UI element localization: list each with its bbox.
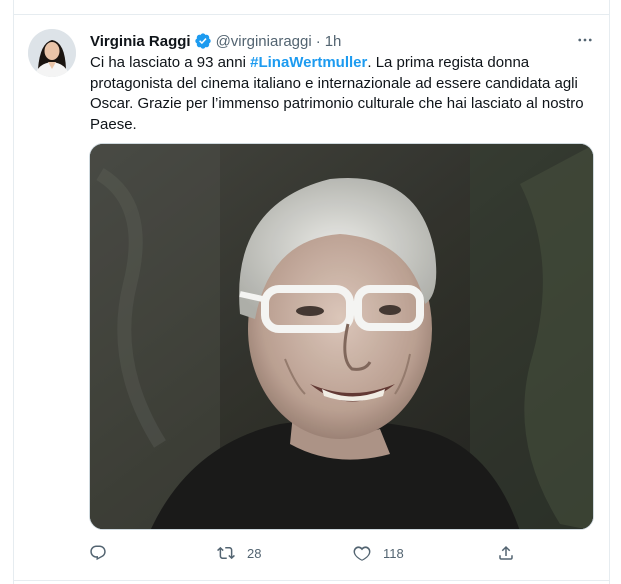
tweet-photo[interactable]	[89, 143, 594, 530]
portrait-photo-image	[90, 144, 593, 529]
share-button[interactable]	[497, 542, 515, 564]
reply-button[interactable]	[89, 542, 119, 564]
frame-border-left	[13, 0, 14, 584]
more-options-button[interactable]	[572, 28, 598, 52]
heart-icon	[353, 546, 371, 561]
author-avatar[interactable]	[28, 29, 76, 77]
tweet-text-intro: Ci ha lasciato a 93 anni	[90, 54, 251, 71]
tweet-text: Ci ha lasciato a 93 anni #LinaWertmuller…	[90, 53, 602, 135]
frame-border-top	[13, 14, 610, 15]
avatar-image	[28, 29, 76, 77]
tweet-actions-bar: 28 118	[89, 542, 529, 564]
verified-badge-icon	[194, 32, 212, 50]
tweet-timestamp[interactable]: 1h	[325, 33, 342, 50]
tweet-header: Virginia Raggi @virginiaraggi · 1h	[90, 31, 341, 51]
header-separator: ·	[315, 32, 321, 50]
author-handle[interactable]: @virginiaraggi	[216, 33, 312, 50]
retweet-button[interactable]: 28	[217, 542, 261, 564]
hashtag-link[interactable]: #LinaWertmuller	[250, 54, 367, 71]
reply-icon	[90, 545, 106, 561]
retweet-icon	[217, 546, 235, 560]
more-horizontal-icon	[578, 38, 592, 42]
frame-border-bottom	[13, 580, 610, 581]
like-button[interactable]: 118	[353, 542, 404, 564]
frame-border-right	[609, 0, 610, 584]
like-count: 118	[383, 545, 404, 561]
author-name[interactable]: Virginia Raggi	[90, 33, 191, 50]
retweet-count: 28	[247, 545, 262, 561]
share-icon	[499, 545, 513, 560]
